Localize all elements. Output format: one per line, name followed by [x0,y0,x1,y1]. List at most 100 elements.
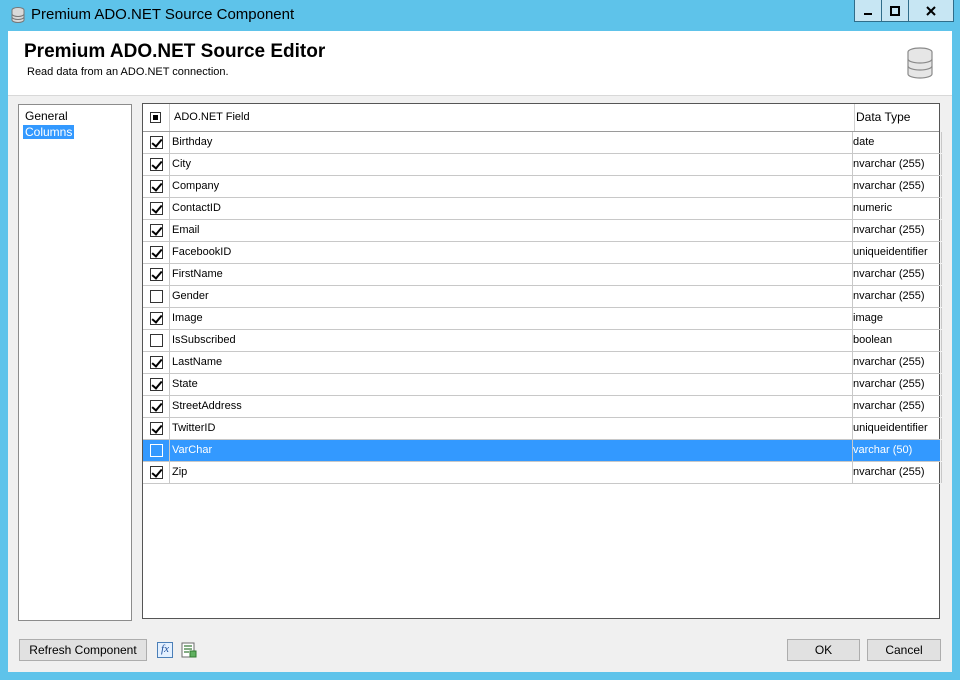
data-type-cell: uniqueidentifier [851,418,942,439]
row-checkbox[interactable] [150,466,163,479]
field-name-cell: State [170,374,853,395]
row-select-cell[interactable] [143,418,170,439]
editor-subtitle: Read data from an ADO.NET connection. [27,66,229,78]
row-select-cell[interactable] [143,242,170,263]
data-type-cell: boolean [851,330,942,351]
row-checkbox[interactable] [150,290,163,303]
table-row[interactable]: TwitterID uniqueidentifier [143,418,942,440]
field-name-cell: LastName [170,352,853,373]
row-checkbox[interactable] [150,400,163,413]
field-name-cell: FacebookID [170,242,853,263]
field-name-cell: StreetAddress [170,396,853,417]
data-type-cell: nvarchar (255) [851,396,942,417]
row-select-cell[interactable] [143,264,170,285]
data-type-cell: nvarchar (255) [851,374,942,395]
field-name-cell: Image [170,308,853,329]
row-checkbox[interactable] [150,158,163,171]
data-type-cell: uniqueidentifier [851,242,942,263]
table-row[interactable]: FirstName nvarchar (255) [143,264,942,286]
nav-item-general[interactable]: General [23,109,70,123]
field-name-cell: TwitterID [170,418,853,439]
table-row[interactable]: VarChar varchar (50) [143,440,942,462]
table-row[interactable]: LastName nvarchar (255) [143,352,942,374]
row-checkbox[interactable] [150,312,163,325]
table-row[interactable]: IsSubscribed boolean [143,330,942,352]
maximize-icon [890,5,900,16]
minimize-icon [864,12,872,15]
window-title: Premium ADO.NET Source Component [31,6,295,23]
data-type-cell: varchar (50) [851,440,942,461]
field-name-cell: Birthday [170,132,853,153]
table-row[interactable]: Email nvarchar (255) [143,220,942,242]
table-row[interactable]: ContactID numeric [143,198,942,220]
maximize-button[interactable] [881,0,909,22]
row-checkbox[interactable] [150,268,163,281]
row-select-cell[interactable] [143,374,170,395]
row-select-cell[interactable] [143,396,170,417]
table-row[interactable]: Birthday date [143,132,942,154]
table-row[interactable]: City nvarchar (255) [143,154,942,176]
nav-item-columns[interactable]: Columns [23,125,75,139]
table-row[interactable]: StreetAddress nvarchar (255) [143,396,942,418]
row-select-cell[interactable] [143,198,170,219]
table-row[interactable]: FacebookID uniqueidentifier [143,242,942,264]
grid-header: ADO.NET Field Data Type [143,104,939,132]
data-type-cell: nvarchar (255) [851,176,942,197]
row-checkbox[interactable] [150,334,163,347]
field-name-cell: Zip [170,462,853,483]
row-select-cell[interactable] [143,440,170,461]
data-type-cell: nvarchar (255) [851,286,942,307]
row-select-cell[interactable] [143,352,170,373]
table-row[interactable]: Image image [143,308,942,330]
field-name-cell: City [170,154,853,175]
row-checkbox[interactable] [150,180,163,193]
data-type-cell: nvarchar (255) [851,352,942,373]
data-type-cell: date [851,132,942,153]
row-checkbox[interactable] [150,378,163,391]
row-checkbox[interactable] [150,422,163,435]
row-checkbox[interactable] [150,136,163,149]
row-select-cell[interactable] [143,308,170,329]
fx-icon[interactable]: fx [157,642,173,658]
ok-button[interactable]: OK [787,639,860,661]
nav-panel: General Columns [18,104,132,621]
close-button[interactable] [908,0,954,22]
data-type-cell: nvarchar (255) [851,264,942,285]
data-type-cell: image [851,308,942,329]
column-list-icon[interactable] [181,642,197,658]
minimize-button[interactable] [854,0,882,22]
row-checkbox[interactable] [150,202,163,215]
row-select-cell[interactable] [143,176,170,197]
row-select-cell[interactable] [143,286,170,307]
refresh-component-button[interactable]: Refresh Component [19,639,147,661]
columns-grid: ADO.NET Field Data Type Birthday date City… [142,103,942,619]
table-row[interactable]: Zip nvarchar (255) [143,462,942,484]
field-name-cell: Gender [170,286,853,307]
row-select-cell[interactable] [143,330,170,351]
dialog-window: Premium ADO.NET Source Component Premium… [0,0,960,680]
select-all-header[interactable] [143,104,170,131]
table-row[interactable]: Company nvarchar (255) [143,176,942,198]
row-select-cell[interactable] [143,154,170,175]
table-row[interactable]: Gender nvarchar (255) [143,286,942,308]
table-row[interactable]: State nvarchar (255) [143,374,942,396]
dialog-client: Premium ADO.NET Source Editor Read data … [8,31,952,672]
cancel-button[interactable]: Cancel [867,639,941,661]
row-select-cell[interactable] [143,132,170,153]
data-type-cell: nvarchar (255) [851,220,942,241]
data-type-cell: nvarchar (255) [851,462,942,483]
row-checkbox[interactable] [150,246,163,259]
column-header-type[interactable]: Data Type [851,104,942,131]
database-icon [11,7,25,23]
select-all-checkbox[interactable] [150,112,161,123]
row-checkbox[interactable] [150,224,163,237]
editor-title: Premium ADO.NET Source Editor [24,41,326,62]
row-select-cell[interactable] [143,220,170,241]
row-checkbox[interactable] [150,356,163,369]
title-bar[interactable]: Premium ADO.NET Source Component [0,0,960,30]
field-name-cell: Email [170,220,853,241]
row-checkbox[interactable] [150,444,163,457]
row-select-cell[interactable] [143,462,170,483]
column-header-field[interactable]: ADO.NET Field [170,104,855,131]
field-name-cell: FirstName [170,264,853,285]
